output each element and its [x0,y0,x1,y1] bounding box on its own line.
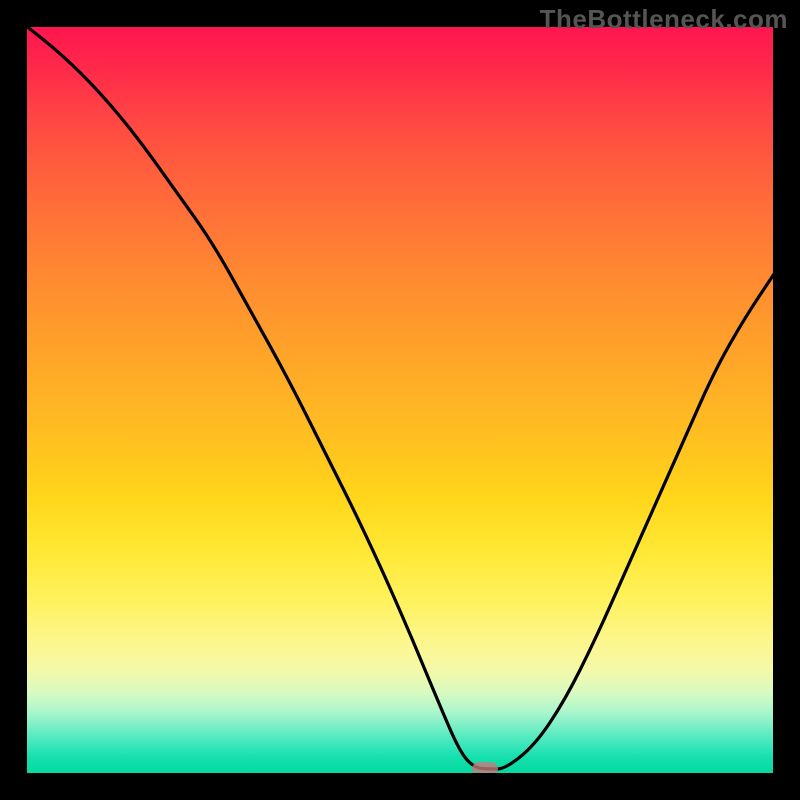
bottleneck-curve [25,25,775,775]
plot-area [25,25,775,775]
watermark-text: TheBottleneck.com [540,4,788,35]
min-marker-pill [472,762,498,775]
